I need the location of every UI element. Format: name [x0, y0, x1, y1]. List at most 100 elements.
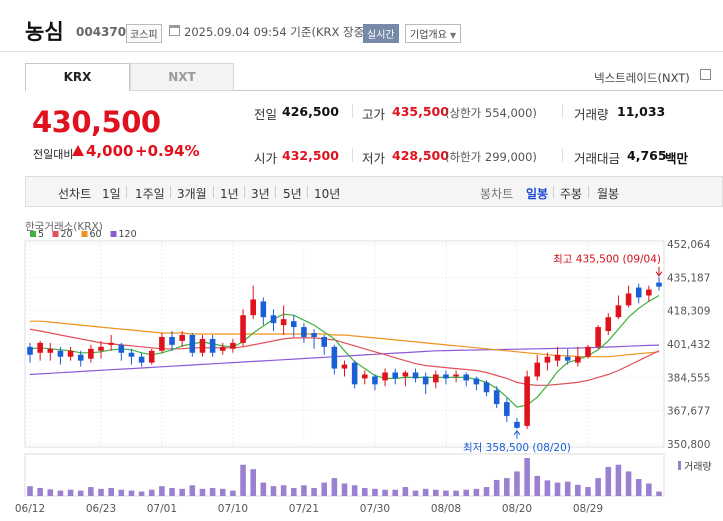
x-tick-label: 07/10 [218, 503, 248, 515]
price-chart[interactable]: 한국거래소(KRX) 5 20 60 120 452,064435,187418,30… [0, 214, 723, 521]
candle-body [625, 293, 632, 306]
candle-body [27, 346, 33, 355]
volume-bar [443, 490, 449, 496]
candle-body [199, 338, 206, 353]
volume-bar [635, 479, 642, 496]
y-tick-label: 384,555 [667, 372, 710, 384]
volume-bar [504, 478, 510, 496]
price-change-pct: +0.94% [135, 142, 200, 160]
volume-bar [67, 489, 74, 496]
volume-bar [301, 485, 307, 496]
volume-bar [544, 480, 551, 496]
volume-bar [321, 482, 327, 496]
ma-lines [29, 294, 660, 408]
range-10y[interactable]: 10년 [314, 185, 340, 202]
ma-legend-swatch [110, 231, 117, 237]
volume-bar [534, 475, 541, 496]
candle-body [463, 374, 470, 381]
range-3m[interactable]: 3개월 [177, 185, 207, 202]
volume-bar [128, 490, 135, 496]
candle-body [67, 350, 74, 357]
ma-legend-swatch [30, 231, 36, 237]
range-1y[interactable]: 1년 [220, 185, 239, 202]
volume-bar [422, 488, 429, 496]
candle-body [128, 352, 135, 357]
volume-bar [270, 486, 277, 496]
high-value: 435,500 [392, 104, 449, 119]
candle-body [47, 348, 54, 353]
candle-body [219, 346, 226, 351]
candle-body [250, 299, 256, 316]
realtime-badge[interactable]: 실시간 [363, 24, 399, 43]
candle-weekly[interactable]: 주봉 [560, 185, 582, 202]
range-5y[interactable]: 5년 [283, 185, 302, 202]
calendar-icon [169, 25, 180, 36]
candle-body [108, 342, 114, 345]
candle-body [493, 390, 500, 405]
line-chart-label: 선차트 [58, 187, 92, 201]
current-price: 430,500 [32, 105, 161, 139]
volume-bar [473, 488, 480, 496]
volume-bar [88, 487, 94, 496]
candle-body [341, 364, 348, 369]
x-tick-label: 08/20 [502, 503, 532, 515]
change-label: 전일대비 [33, 148, 74, 161]
candle-body [412, 372, 419, 379]
candle-body [37, 342, 43, 353]
nxt-checkbox[interactable] [700, 69, 711, 80]
max-price-annotation: 최고 435,500 (09/04) [553, 254, 661, 266]
volume-bar [260, 482, 267, 496]
up-triangle-icon [72, 145, 84, 156]
volume-bar [341, 483, 348, 496]
range-1d[interactable]: 1일 [102, 185, 121, 202]
nxt-link[interactable]: 넥스트레이드(NXT) [594, 70, 690, 86]
volume-bar [169, 487, 175, 496]
volume-bar [615, 464, 622, 496]
volume-bar [524, 458, 530, 496]
candle-body [646, 289, 652, 296]
y-tick-label: 350,800 [667, 439, 710, 451]
candle-body [189, 334, 196, 353]
volume-bar [392, 489, 399, 496]
low-label: 저가 [362, 151, 386, 166]
company-info-button[interactable]: 기업개요 ▼ [405, 24, 462, 43]
x-axis: 06/12 06/23 07/01 07/10 07/21 07/30 08/08 08/20… [15, 503, 603, 515]
trade-value-label: 거래대금 [574, 151, 621, 166]
volume-bar [240, 464, 246, 496]
divider [307, 186, 308, 198]
volume-bar [159, 486, 165, 496]
volume-bar [351, 485, 358, 496]
volume-bar [219, 488, 226, 496]
high-label: 고가 [362, 107, 386, 122]
volume-bar [118, 489, 125, 496]
x-tick-label: 08/08 [431, 503, 461, 515]
candle-body [656, 282, 662, 287]
candle-daily[interactable]: 일봉 [526, 185, 548, 202]
ma-legend-label: 20 [61, 229, 73, 240]
min-price-annotation: 최저 358,500 (08/20) [463, 442, 571, 454]
volume-legend-swatch [678, 461, 681, 470]
volume-bar [199, 488, 206, 496]
volume-bar [331, 478, 338, 496]
volume-bar [514, 471, 520, 496]
volume-bar [230, 490, 236, 496]
volume-bar [483, 487, 490, 496]
candle-body [473, 378, 480, 385]
candle-body [351, 362, 358, 385]
candle-body [179, 334, 185, 341]
volume-bar [646, 483, 652, 496]
tab-krx[interactable]: KRX [25, 63, 130, 91]
volume-bar [148, 489, 155, 496]
x-tick-label: 06/23 [86, 503, 116, 515]
volume-bar [585, 487, 591, 496]
x-tick-label: 07/30 [360, 503, 390, 515]
candle-body [321, 336, 327, 347]
candle-body [514, 421, 520, 428]
range-1w[interactable]: 1주일 [135, 185, 165, 202]
candle-body [575, 356, 581, 363]
range-3y[interactable]: 3년 [251, 185, 270, 202]
candle-monthly[interactable]: 월봉 [597, 185, 619, 202]
candle-body [504, 402, 510, 416]
tab-nxt[interactable]: NXT [130, 63, 234, 91]
candle-body [382, 372, 388, 381]
